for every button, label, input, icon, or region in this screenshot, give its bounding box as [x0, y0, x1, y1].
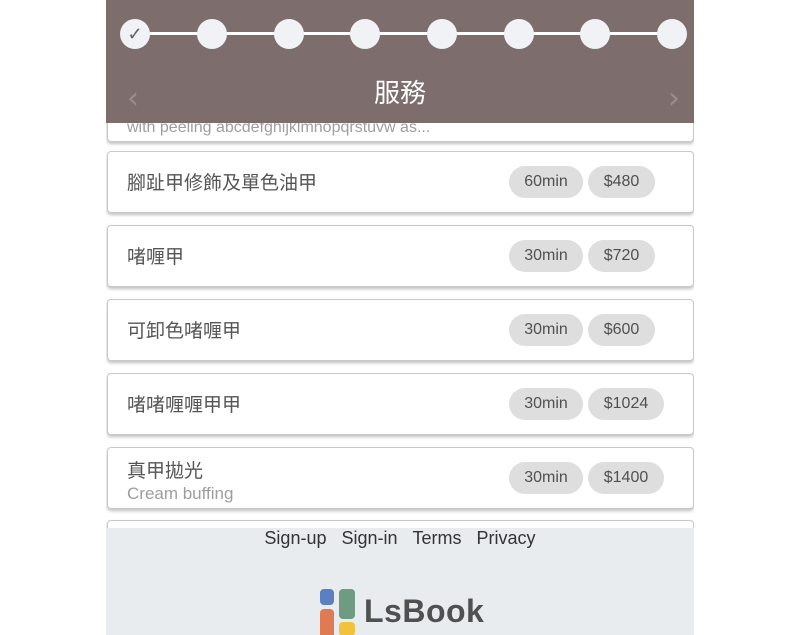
price-badge: $1400	[588, 462, 664, 494]
progress-stepper: ✓	[106, 0, 694, 70]
footer-links: Sign-up Sign-in Terms Privacy	[106, 528, 694, 548]
duration-badge: 30min	[509, 388, 583, 420]
logo-square-yellow	[339, 622, 355, 635]
privacy-link[interactable]: Privacy	[477, 528, 536, 548]
step-8[interactable]	[657, 19, 687, 49]
terms-link[interactable]: Terms	[413, 528, 462, 548]
footer: Sign-up Sign-in Terms Privacy LsBook	[106, 528, 694, 635]
service-card[interactable]: 可卸色啫喱甲 30min $600	[107, 299, 694, 361]
booking-app: with peeling abcdefghijklmnopqrstuvw as.…	[106, 0, 694, 635]
header: ✓ ‹ 服務 ›	[106, 0, 694, 123]
duration-badge: 30min	[509, 314, 583, 346]
logo-text: LsBook	[364, 593, 485, 629]
duration-badge: 60min	[509, 166, 583, 198]
step-5[interactable]	[427, 19, 457, 49]
logo-square-blue	[320, 589, 334, 605]
duration-badge: 30min	[509, 462, 583, 494]
duration-badge: 30min	[509, 240, 583, 272]
service-name: 可卸色啫喱甲	[127, 321, 242, 342]
step-4[interactable]	[350, 19, 380, 49]
step-3[interactable]	[274, 19, 304, 49]
signin-link[interactable]: Sign-in	[341, 528, 397, 548]
service-name: 真甲拋光	[127, 461, 204, 482]
service-desc: Cream buffing	[127, 484, 234, 503]
service-card[interactable]: 真甲拋光 Cream buffing 30min $1400	[107, 447, 694, 509]
service-name: 啫喱甲	[127, 247, 185, 268]
next-arrow-icon[interactable]: ›	[659, 82, 689, 116]
service-card[interactable]: 啫喱甲 30min $720	[107, 225, 694, 287]
step-2[interactable]	[197, 19, 227, 49]
price-badge: $720	[588, 240, 655, 272]
price-badge: $1024	[588, 388, 664, 420]
step-6[interactable]	[504, 19, 534, 49]
step-1-check-icon[interactable]: ✓	[120, 19, 150, 49]
lsbook-logo[interactable]: LsBook	[318, 587, 498, 635]
page-title: 服務	[373, 78, 426, 108]
service-name: 啫啫喱喱甲甲	[127, 395, 242, 416]
step-7[interactable]	[580, 19, 610, 49]
logo-square-orange	[320, 609, 334, 635]
service-card[interactable]: 腳趾甲修飾及單色油甲 60min $480	[107, 151, 694, 213]
logo-square-green	[339, 589, 355, 619]
price-badge: $600	[588, 314, 655, 346]
service-card[interactable]: 啫啫喱喱甲甲 30min $1024	[107, 373, 694, 435]
signup-link[interactable]: Sign-up	[264, 528, 326, 548]
price-badge: $480	[588, 166, 655, 198]
service-name: 腳趾甲修飾及單色油甲	[127, 173, 318, 194]
